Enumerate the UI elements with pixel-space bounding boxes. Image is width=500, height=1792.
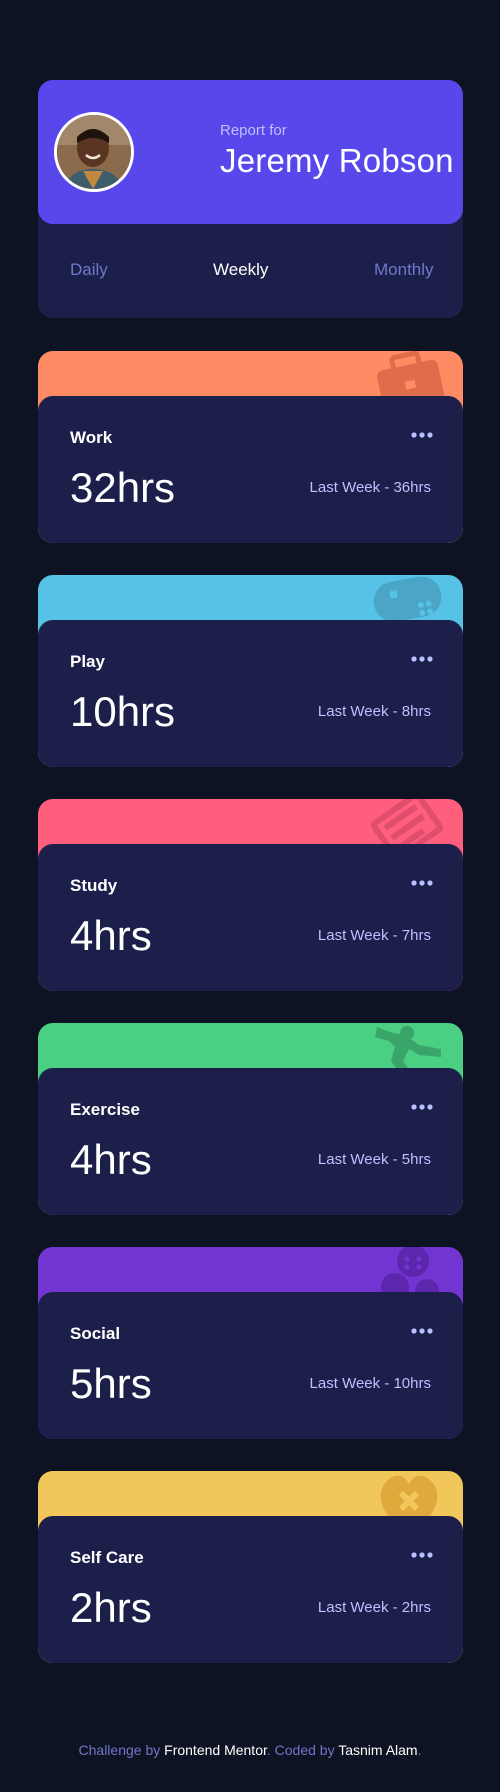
period-weekly-tab[interactable]: Weekly <box>213 260 268 280</box>
footer-prefix: Challenge by <box>78 1742 161 1758</box>
activity-body: Exercise 4hrs Last Week - 5hrs <box>38 1068 463 1215</box>
activity-title: Study <box>70 876 118 895</box>
footer-mid: . Coded by <box>266 1742 335 1758</box>
avatar <box>54 112 134 192</box>
activity-card-work: Work 32hrs Last Week - 36hrs <box>38 351 463 543</box>
more-options-icon[interactable] <box>411 874 433 892</box>
avatar-portrait-icon <box>57 115 131 189</box>
activity-hours: 10hrs <box>70 688 176 735</box>
activity-hours: 5hrs <box>70 1360 152 1407</box>
activity-hours: 2hrs <box>70 1584 152 1631</box>
profile-header: Report for Jeremy Robson <box>38 80 463 224</box>
activity-last-week: Last Week - 36hrs <box>309 479 431 496</box>
activity-title: Work <box>70 428 113 447</box>
activity-title: Social <box>70 1324 121 1343</box>
activity-last-week: Last Week - 8hrs <box>317 703 431 720</box>
activity-hours: 4hrs <box>70 912 152 959</box>
attribution-footer: Challenge by Frontend Mentor. Coded by T… <box>0 1742 500 1758</box>
activity-card-self-care: Self Care 2hrs Last Week - 2hrs <box>38 1471 463 1663</box>
activity-last-week: Last Week - 5hrs <box>317 1151 431 1168</box>
more-options-icon[interactable] <box>411 426 433 444</box>
more-options-icon[interactable] <box>411 1098 433 1116</box>
activity-card-social: Social 5hrs Last Week - 10hrs <box>38 1247 463 1439</box>
activity-card-study: Study 4hrs Last Week - 7hrs <box>38 799 463 991</box>
activity-hours: 4hrs <box>70 1136 152 1183</box>
activity-last-week: Last Week - 7hrs <box>317 927 431 944</box>
activity-card-exercise: Exercise 4hrs Last Week - 5hrs <box>38 1023 463 1215</box>
activity-title: Self Care <box>70 1548 144 1567</box>
period-daily-tab[interactable]: Daily <box>70 260 108 280</box>
more-options-icon[interactable] <box>411 1322 433 1340</box>
time-tracking-dashboard: Report for Jeremy Robson Daily Weekly Mo… <box>0 0 500 1792</box>
activity-body: Work 32hrs Last Week - 36hrs <box>38 396 463 543</box>
author-link[interactable]: Tasnim Alam <box>338 1742 417 1758</box>
activity-last-week: Last Week - 10hrs <box>309 1375 431 1392</box>
activity-title: Exercise <box>70 1100 140 1119</box>
report-for-label: Report for <box>220 122 287 139</box>
user-name: Jeremy Robson <box>220 142 454 179</box>
activity-body: Social 5hrs Last Week - 10hrs <box>38 1292 463 1439</box>
more-options-icon[interactable] <box>411 650 433 668</box>
activity-body: Self Care 2hrs Last Week - 2hrs <box>38 1516 463 1663</box>
activity-body: Study 4hrs Last Week - 7hrs <box>38 844 463 991</box>
period-monthly-tab[interactable]: Monthly <box>374 260 434 280</box>
profile-card: Report for Jeremy Robson Daily Weekly Mo… <box>38 80 463 318</box>
activity-last-week: Last Week - 2hrs <box>317 1599 431 1616</box>
more-options-icon[interactable] <box>411 1546 433 1564</box>
frontend-mentor-link[interactable]: Frontend Mentor <box>164 1742 267 1758</box>
activity-card-play: Play 10hrs Last Week - 8hrs <box>38 575 463 767</box>
activity-title: Play <box>70 652 105 671</box>
activity-body: Play 10hrs Last Week - 8hrs <box>38 620 463 767</box>
activity-hours: 32hrs <box>70 464 176 511</box>
footer-suffix: . <box>417 1742 422 1758</box>
